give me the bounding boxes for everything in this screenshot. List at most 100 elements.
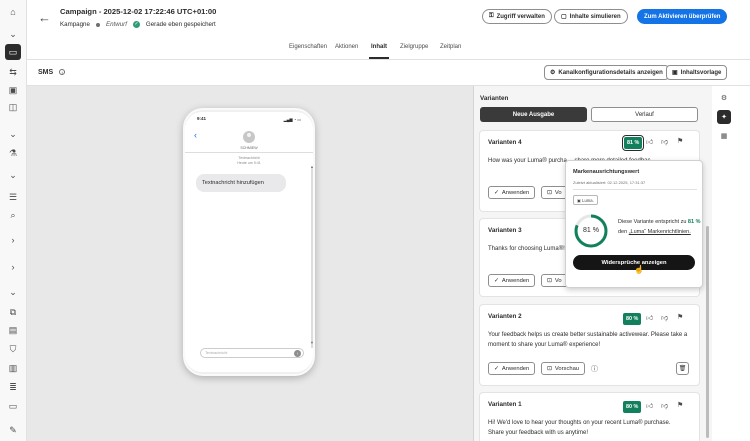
fragments-icon[interactable]: ◫ xyxy=(6,100,20,114)
desc-mid: den xyxy=(618,228,628,235)
manage-access-label: Zugriff verwalten xyxy=(496,13,545,20)
apply-label: Anwenden xyxy=(501,277,530,284)
tab-inhalt[interactable]: Inhalt xyxy=(371,44,387,50)
sms-message-bubble[interactable]: Textnachricht hinzufügen xyxy=(196,174,286,192)
chevron-down-icon[interactable]: ⌄ xyxy=(6,285,20,299)
reports-icon[interactable]: ☰ xyxy=(6,190,20,204)
flag-icon[interactable]: ⚑ xyxy=(677,313,683,321)
info-icon[interactable]: ⓘ xyxy=(591,364,598,374)
search-profile-icon[interactable]: ⌕ xyxy=(6,208,20,222)
check-icon: ✓ xyxy=(494,365,499,372)
template-icon: ▣ xyxy=(672,70,678,76)
edit-icon[interactable]: ✎ xyxy=(6,423,20,437)
thumbs-down-icon[interactable]: 👎︎ xyxy=(661,401,668,410)
layers-icon[interactable]: ⧉ xyxy=(6,305,20,319)
apply-label: Anwenden xyxy=(501,365,530,372)
folder-icon[interactable]: ▭ xyxy=(6,399,20,413)
preview-button[interactable]: ⊡ Vorschau xyxy=(541,362,586,375)
experiment-icon[interactable]: ⚗ xyxy=(6,146,20,160)
flag-icon[interactable]: ⚑ xyxy=(677,137,683,145)
check-icon: ✓ xyxy=(494,189,499,196)
ai-assistant-icon[interactable]: ✦ xyxy=(717,110,731,124)
brand-name: Luma. xyxy=(582,198,594,203)
tab-aktionen[interactable]: Aktionen xyxy=(335,44,358,50)
campaigns-icon[interactable]: ▭ xyxy=(5,44,21,60)
back-arrow-icon[interactable]: ← xyxy=(38,10,51,25)
check-icon: ✓ xyxy=(494,277,499,284)
brand-score-badge[interactable]: 81 % xyxy=(621,135,645,151)
phone-back-icon: ‹ xyxy=(194,130,197,140)
message-meta-type: Textnachricht xyxy=(238,156,260,160)
chart-icon[interactable]: ▥ xyxy=(6,361,20,375)
chevron-down-icon[interactable]: ⌄ xyxy=(6,127,20,141)
thumbs-down-icon[interactable]: 👎︎ xyxy=(661,313,668,322)
score-ring-value: 81 % xyxy=(583,227,599,234)
popover-updated: Zuletzt aktualisiert: 02.12.2025, 17:31:… xyxy=(573,180,646,185)
blocks-icon[interactable]: ▦ xyxy=(718,130,730,142)
variants-panel-title: Varianten xyxy=(480,95,509,102)
chevron-down-icon[interactable]: ⌄ xyxy=(6,168,20,182)
thumbs-down-icon[interactable]: 👎︎ xyxy=(661,137,668,146)
thumbs-up-icon[interactable]: 👍︎ xyxy=(646,313,653,322)
saved-check-icon: ✓ xyxy=(132,21,140,28)
channel-config-details-button[interactable]: ⚙ Kanalkonfigurationsdetails anzeigen xyxy=(544,65,669,80)
status-dot-icon xyxy=(95,22,100,27)
apply-button[interactable]: ✓ Anwenden xyxy=(488,274,536,287)
simulate-content-button[interactable]: ▢ Inhalte simulieren xyxy=(554,9,628,24)
preview-icon: ⊡ xyxy=(547,277,552,284)
brand-score-badge[interactable]: 80 % xyxy=(623,313,642,325)
review-activate-button[interactable]: Zum Aktivieren überprüfen xyxy=(637,9,728,24)
preview-button[interactable]: ⊡ Vo xyxy=(541,186,568,199)
contact-avatar xyxy=(243,131,255,143)
preview-button[interactable]: ⊡ Vo xyxy=(541,274,568,287)
scroll-up-icon[interactable]: ▲ xyxy=(310,164,313,169)
simulate-content-label: Inhalte simulieren xyxy=(569,13,621,20)
brand-icon: ▣ xyxy=(577,198,581,203)
content-icon[interactable]: ▣ xyxy=(6,83,20,97)
message-meta-time: Heute um 9:41 xyxy=(237,161,261,165)
tab-zeitplan[interactable]: Zeitplan xyxy=(440,44,461,50)
left-nav-rail: ⌂ ⌄ ▭ ⇆ ▣ ◫ ⌄ ⚗ ⌄ ☰ ⌕ › › ⌄ ⧉ ▤ ⛉ ▥ ≣ ▭ … xyxy=(0,0,27,441)
apply-label: Anwenden xyxy=(501,189,530,196)
chevron-right-icon[interactable]: › xyxy=(6,260,20,274)
content-template-button[interactable]: ▣ Inhaltsvorlage xyxy=(666,65,728,80)
new-output-button[interactable]: Neue Ausgabe xyxy=(480,107,587,122)
flag-icon[interactable]: ⚑ xyxy=(677,401,683,409)
brand-score-badge[interactable]: 80 % xyxy=(623,401,642,413)
phone-status-icons: ▂▄▆ ◔ ▭ xyxy=(283,117,301,122)
chevron-right-icon[interactable]: › xyxy=(6,233,20,247)
variant-text: Your feedback helps us create better sus… xyxy=(488,332,688,348)
shield-icon[interactable]: ⛉ xyxy=(6,342,20,356)
delete-icon[interactable]: 🗑︎ xyxy=(676,362,689,375)
phone-scrollbar[interactable] xyxy=(311,168,313,348)
gear-icon[interactable]: ⚙ xyxy=(718,92,730,104)
apply-button[interactable]: ✓ Anwenden xyxy=(488,186,536,199)
thumbs-up-icon[interactable]: 👍︎ xyxy=(646,137,653,146)
table-icon[interactable]: ▤ xyxy=(6,323,20,337)
history-button[interactable]: Verlauf xyxy=(591,107,698,122)
variant-title: Varianten 4 xyxy=(488,139,522,146)
panel-scrollbar[interactable] xyxy=(706,226,709,438)
manage-access-button[interactable]: ⚿ Zugriff verwalten xyxy=(482,9,552,24)
preview-icon: ⊡ xyxy=(547,365,552,372)
home-icon[interactable]: ⌂ xyxy=(6,5,20,19)
phone-divider xyxy=(185,152,313,153)
popover-heading: Markenausrichtungswert xyxy=(573,169,640,175)
scroll-down-icon[interactable]: ▼ xyxy=(310,340,313,345)
campaign-type-label: Kampagne xyxy=(60,21,90,28)
tab-zielgruppe[interactable]: Zielgruppe xyxy=(400,44,428,50)
chevron-down-icon[interactable]: ⌄ xyxy=(6,27,20,41)
phone-send-icon: ↑ xyxy=(294,350,301,357)
thumbs-up-icon[interactable]: 👍︎ xyxy=(646,401,653,410)
brand-guidelines-link[interactable]: „Luma“ Markenrichtlinien. xyxy=(629,229,691,235)
tab-eigenschaften[interactable]: Eigenschaften xyxy=(289,44,327,50)
active-tab-indicator xyxy=(369,57,389,59)
channel-title: SMS i xyxy=(38,69,66,76)
list-icon[interactable]: ≣ xyxy=(6,380,20,394)
journeys-icon[interactable]: ⇆ xyxy=(6,65,20,79)
contact-name: SCHMIEW xyxy=(240,146,258,150)
campaign-meta: Kampagne Entwurf ✓ Gerade eben gespeiche… xyxy=(60,21,216,28)
apply-button[interactable]: ✓ Anwenden xyxy=(488,362,536,375)
info-icon[interactable]: i xyxy=(59,69,66,75)
app-window: ⌂ ⌄ ▭ ⇆ ▣ ◫ ⌄ ⚗ ⌄ ☰ ⌕ › › ⌄ ⧉ ▤ ⛉ ▥ ≣ ▭ … xyxy=(0,0,750,441)
